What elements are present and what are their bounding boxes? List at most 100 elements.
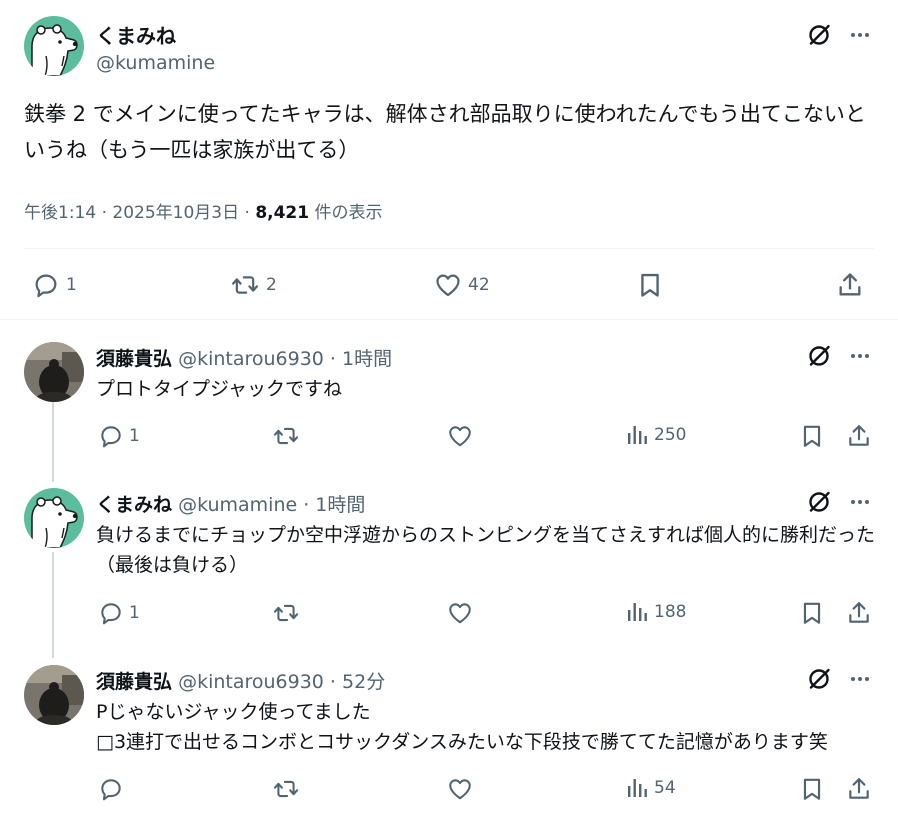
author-name[interactable]: 須藤貴弘 [96, 671, 172, 693]
retweet-button[interactable]: 2 [230, 271, 277, 299]
reply-icon [98, 423, 124, 449]
avatar[interactable] [24, 342, 84, 402]
tweet-text-line: 鉄拳 2 でメインに使ってたキャラは、解体され部品取りに使われたんでもう出てこな… [24, 102, 866, 126]
grok-button[interactable] [806, 489, 832, 515]
like-icon [447, 423, 473, 449]
avatar[interactable] [24, 488, 84, 548]
retweet-icon [230, 271, 260, 299]
bookmark-icon [636, 271, 664, 299]
author-handle[interactable]: @kumamine [96, 52, 215, 74]
bookmark-button[interactable] [636, 271, 664, 299]
views-button[interactable]: 250 [625, 423, 686, 447]
views-button[interactable]: 54 [625, 776, 676, 800]
like-icon [447, 600, 473, 626]
tweet-time[interactable]: 午後1:14 · 2025年10月3日 · [24, 203, 255, 223]
more-icon [848, 23, 872, 47]
reply-icon [32, 271, 60, 299]
grok-button[interactable] [806, 343, 832, 369]
reply-count: 1 [129, 426, 140, 446]
bookmark-icon [799, 776, 825, 802]
views-button[interactable]: 188 [625, 600, 686, 624]
reply-tweet: 須藤貴弘 @kintarou6930 · 52分 Pじゃないジャック使ってました… [0, 665, 898, 815]
reply-count: 1 [129, 603, 140, 623]
views-count: 54 [654, 778, 676, 798]
tweet-text-line: いうね（もう一匹は家族が出てる） [24, 138, 360, 162]
grok-button[interactable] [806, 666, 832, 692]
reply-tweet: くまみね @kumamine · 1時間 負けるまでにチョップか空中浮遊からのス… [0, 488, 898, 648]
like-button[interactable]: 42 [434, 271, 490, 299]
views-icon [625, 600, 649, 624]
views-count: 250 [654, 425, 687, 445]
more-button[interactable] [847, 489, 873, 515]
bear-avatar-icon [24, 488, 84, 548]
reply-header: 須藤貴弘 @kintarou6930 · 1時間 [96, 344, 392, 371]
retweet-count: 2 [266, 275, 277, 295]
reply-text: （最後は負ける） [96, 554, 249, 576]
like-button[interactable] [447, 600, 473, 626]
author-name[interactable]: 須藤貴弘 [96, 348, 172, 370]
reply-header: くまみね @kumamine · 1時間 [96, 490, 365, 517]
reply-text: 負けるまでにチョップか空中浮遊からのストンピングを当てさえすれば個人的に勝利だっ… [96, 524, 876, 546]
share-icon [846, 423, 872, 449]
author-name[interactable]: くまみね [96, 494, 172, 516]
reply-header: 須藤貴弘 @kintarou6930 · 52分 [96, 667, 385, 694]
share-button[interactable] [846, 776, 872, 802]
grok-icon [807, 23, 831, 47]
retweet-icon [272, 776, 300, 802]
reply-tweet: 須藤貴弘 @kintarou6930 · 1時間 プロトタイプジャックですね 1… [0, 342, 898, 476]
reply-text: Pじゃないジャック使ってました [96, 701, 371, 723]
like-icon [447, 776, 473, 802]
grok-button[interactable] [806, 22, 832, 48]
reply-button[interactable]: 1 [32, 271, 77, 299]
retweet-button[interactable] [272, 600, 300, 626]
retweet-icon [272, 423, 300, 449]
more-button[interactable] [847, 343, 873, 369]
tweet-meta: 午後1:14 · 2025年10月3日 · 8,421 件の表示 [24, 198, 383, 223]
like-button[interactable] [447, 776, 473, 802]
share-button[interactable] [846, 423, 872, 449]
bookmark-icon [799, 423, 825, 449]
views-count: 188 [654, 602, 687, 622]
reply-button[interactable] [98, 776, 129, 802]
views-count: 8,421 [255, 203, 310, 223]
views-icon [625, 776, 649, 800]
bear-avatar-icon [24, 16, 84, 76]
author-handle[interactable]: @kintarou6930 · 1時間 [178, 348, 392, 370]
share-button[interactable] [836, 271, 864, 299]
share-icon [836, 271, 864, 299]
like-button[interactable] [447, 423, 473, 449]
author-handle[interactable]: @kintarou6930 · 52分 [178, 671, 385, 693]
author-name[interactable]: くまみね [96, 20, 176, 49]
reply-text: □3連打で出せるコンボとコサックダンスみたいな下段技で勝ててた記憶があります笑 [96, 731, 828, 753]
more-icon [848, 490, 872, 514]
main-tweet: くまみね @kumamine 鉄拳 2 でメインに使ってたキャラは、解体され部品… [0, 0, 898, 320]
bookmark-icon [799, 600, 825, 626]
bookmark-button[interactable] [799, 423, 825, 449]
like-count: 42 [468, 275, 490, 295]
avatar[interactable] [24, 665, 84, 725]
grok-icon [807, 344, 831, 368]
bookmark-button[interactable] [799, 600, 825, 626]
reply-text: プロトタイプジャックですね [96, 378, 343, 400]
retweet-button[interactable] [272, 776, 300, 802]
person-avatar-icon [24, 665, 84, 725]
reply-count: 1 [66, 275, 77, 295]
more-icon [848, 667, 872, 691]
divider [24, 248, 874, 249]
share-icon [846, 600, 872, 626]
more-button[interactable] [847, 22, 873, 48]
bookmark-button[interactable] [799, 776, 825, 802]
reply-button[interactable]: 1 [98, 423, 140, 449]
grok-icon [807, 667, 831, 691]
author-handle[interactable]: @kumamine · 1時間 [178, 494, 365, 516]
reply-button[interactable]: 1 [98, 600, 140, 626]
reply-icon [98, 776, 124, 802]
person-avatar-icon [24, 342, 84, 402]
views-label: 件の表示 [309, 203, 383, 223]
retweet-button[interactable] [272, 423, 300, 449]
avatar[interactable] [24, 16, 84, 76]
more-button[interactable] [847, 666, 873, 692]
like-icon [434, 271, 462, 299]
share-button[interactable] [846, 600, 872, 626]
grok-icon [807, 490, 831, 514]
